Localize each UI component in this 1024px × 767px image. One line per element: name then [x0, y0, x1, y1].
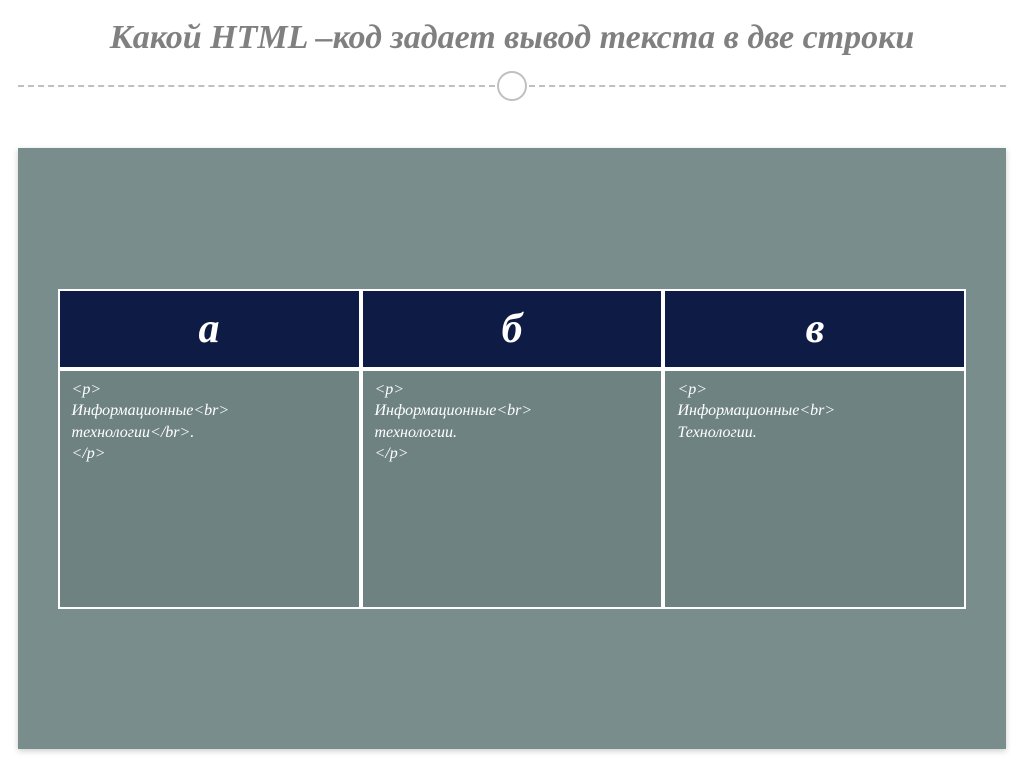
code-line: технологии</br>. — [72, 422, 347, 444]
column-header-b: б — [361, 289, 664, 369]
content-area: а б в <p> Информационные<br> технологии<… — [18, 148, 1006, 749]
code-line: технологии. — [375, 422, 650, 444]
code-line: Технологии. — [677, 422, 952, 444]
code-line: <p> — [375, 379, 650, 401]
cell-b: <p> Информационные<br> технологии. </p> — [361, 369, 664, 609]
code-line: Информационные<br> — [72, 400, 347, 422]
options-table: а б в <p> Информационные<br> технологии<… — [58, 289, 967, 609]
code-line: </p> — [72, 443, 347, 465]
code-line: </p> — [375, 443, 650, 465]
divider-circle-icon — [497, 71, 527, 101]
cell-v: <p> Информационные<br> Технологии. — [663, 369, 966, 609]
slide: Какой HTML –код задает вывод текста в дв… — [0, 0, 1024, 767]
code-line: Информационные<br> — [677, 400, 952, 422]
slide-title: Какой HTML –код задает вывод текста в дв… — [40, 18, 984, 59]
code-line: Информационные<br> — [375, 400, 650, 422]
code-line: <p> — [72, 379, 347, 401]
title-area: Какой HTML –код задает вывод текста в дв… — [0, 0, 1024, 59]
column-header-v: в — [663, 289, 966, 369]
cell-a: <p> Информационные<br> технологии</br>. … — [58, 369, 361, 609]
divider — [0, 71, 1024, 101]
code-line: <p> — [677, 379, 952, 401]
column-header-a: а — [58, 289, 361, 369]
